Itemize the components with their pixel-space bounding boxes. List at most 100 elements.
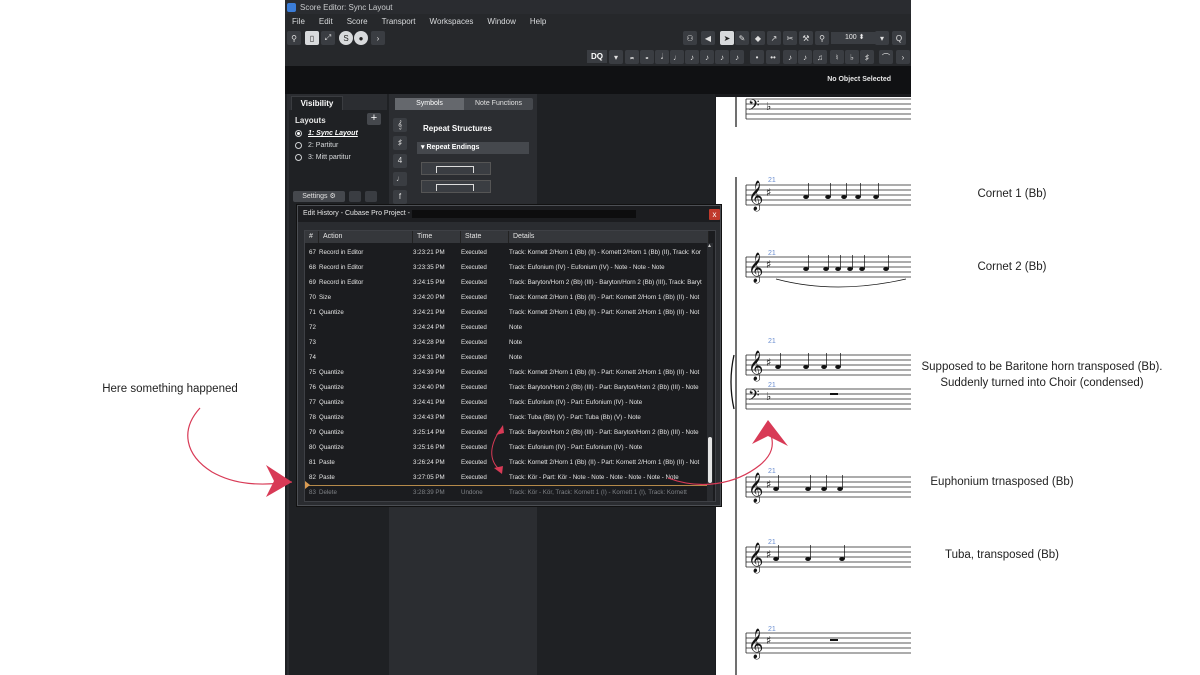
cell-state: Executed: [461, 444, 487, 451]
table-row[interactable]: 80 Quantize 3:25:16 PM Executed Track: Eufon…: [305, 440, 709, 455]
cell-time: 3:27:05 PM: [413, 474, 445, 481]
menu-window[interactable]: Window: [480, 17, 522, 26]
table-row[interactable]: 76 Quantize 3:24:40 PM Executed Track: Baryt…: [305, 380, 709, 395]
red-arrow-left: [187, 407, 293, 485]
record-icon[interactable]: ●: [354, 31, 368, 45]
tab-symbols[interactable]: Symbols: [395, 98, 464, 110]
sharp-icon: ♯: [766, 634, 771, 647]
layout-item-partitur[interactable]: 2: Partitur: [295, 142, 338, 149]
triplet-icon[interactable]: ♪: [783, 50, 797, 64]
second-ending-symbol[interactable]: [421, 180, 491, 193]
column-header-details[interactable]: Details: [509, 231, 709, 243]
zoom-field[interactable]: 100 ⬍: [831, 32, 877, 44]
pencil-icon[interactable]: ✎: [735, 31, 749, 45]
note-symbol-icon[interactable]: ♩: [393, 172, 407, 186]
pointer-icon[interactable]: ➤: [720, 31, 734, 45]
mute-icon[interactable]: ⚇: [683, 31, 697, 45]
zoom-dropdown-icon[interactable]: ▾: [875, 31, 889, 45]
scrollbar-thumb[interactable]: [708, 437, 712, 483]
trash-icon[interactable]: [365, 191, 377, 202]
menu-transport[interactable]: Transport: [375, 17, 423, 26]
menu-edit[interactable]: Edit: [312, 17, 340, 26]
repeat-endings-header[interactable]: ▾ Repeat Endings: [417, 142, 529, 154]
table-row[interactable]: 79 Quantize 3:25:14 PM Executed Track: Baryt…: [305, 425, 709, 440]
speaker-icon[interactable]: ◀: [701, 31, 715, 45]
table-row[interactable]: 72 3:24:24 PM Executed Note: [305, 320, 709, 335]
key-icon[interactable]: ♯: [393, 136, 407, 150]
close-button[interactable]: x: [709, 209, 720, 220]
dq-dropdown-icon[interactable]: ▾: [609, 50, 623, 64]
cell-num: 70: [309, 294, 316, 301]
undo-marker-line[interactable]: [305, 485, 709, 486]
enharmonic-icon[interactable]: ♪: [798, 50, 812, 64]
table-row[interactable]: 81 Paste 3:26:24 PM Executed Track: Kornett …: [305, 455, 709, 470]
breve-note-icon[interactable]: 𝅜: [625, 50, 639, 64]
tab-visibility[interactable]: Visibility: [291, 96, 343, 110]
sixteenth-note-icon[interactable]: ♪: [700, 50, 714, 64]
quarter-note-icon[interactable]: ♩: [670, 50, 684, 64]
tab-note-functions[interactable]: Note Functions: [464, 98, 533, 110]
pin-icon[interactable]: ⚲: [287, 31, 301, 45]
column-header-state[interactable]: State: [461, 231, 509, 243]
cell-action: Quantize: [319, 309, 344, 316]
radio-icon: [295, 154, 302, 161]
flat-icon: ♭: [766, 100, 771, 113]
dotted-icon[interactable]: •: [750, 50, 764, 64]
expand-icon[interactable]: ⤢: [321, 31, 335, 45]
layout-item-sync[interactable]: 1: Sync Layout: [295, 130, 358, 137]
lock-icon[interactable]: [349, 191, 361, 202]
menu-help[interactable]: Help: [523, 17, 553, 26]
whole-note-icon[interactable]: 𝅝: [640, 50, 654, 64]
eighth-note-icon[interactable]: ♪: [685, 50, 699, 64]
scroll-up-icon[interactable]: ▴: [708, 243, 712, 249]
solo-icon[interactable]: S: [339, 31, 353, 45]
menu-file[interactable]: File: [285, 17, 312, 26]
natural-icon[interactable]: ♮: [830, 50, 844, 64]
table-row[interactable]: 74 3:24:31 PM Executed Note: [305, 350, 709, 365]
slur-icon[interactable]: ⌒: [879, 50, 893, 64]
column-header-time[interactable]: Time: [413, 231, 461, 243]
table-row[interactable]: 73 3:24:28 PM Executed Note: [305, 335, 709, 350]
time-signature-icon[interactable]: 4: [393, 154, 407, 168]
first-ending-symbol[interactable]: [421, 162, 491, 175]
column-header-num[interactable]: #: [305, 231, 319, 243]
clef-icon[interactable]: 𝄞: [393, 118, 407, 132]
table-row[interactable]: 71 Quantize 3:24:21 PM Executed Track: Korne…: [305, 305, 709, 320]
zoom-icon[interactable]: ⚲: [815, 31, 829, 45]
quantize-icon[interactable]: Q: [892, 31, 906, 45]
table-row[interactable]: 77 Quantize 3:24:41 PM Executed Track: Eufon…: [305, 395, 709, 410]
scissors-icon[interactable]: ✂: [783, 31, 797, 45]
menu-score[interactable]: Score: [340, 17, 375, 26]
half-note-icon[interactable]: 𝅗𝅥: [655, 50, 669, 64]
column-header-action[interactable]: Action: [319, 231, 413, 243]
table-row[interactable]: 67 Record in Editor 3:23:21 PM Executed Trac…: [305, 245, 709, 260]
double-dotted-icon[interactable]: ••: [766, 50, 780, 64]
table-row[interactable]: 83 Delete 3:28:39 PM Undone Track: Kör - Kör…: [305, 485, 709, 500]
step-input-icon[interactable]: ›: [371, 31, 385, 45]
glue-icon[interactable]: ⚒: [799, 31, 813, 45]
tie-icon[interactable]: ♫: [813, 50, 827, 64]
more-icon[interactable]: ›: [896, 50, 910, 64]
page-mode-icon[interactable]: ▯: [305, 31, 319, 45]
thirtysecond-note-icon[interactable]: ♪: [715, 50, 729, 64]
brace-icon: [730, 354, 735, 410]
layout-item-mitt-partitur[interactable]: 3: Mitt partitur: [295, 154, 351, 161]
brush-icon[interactable]: ↗: [767, 31, 781, 45]
sharp-icon[interactable]: ♯: [860, 50, 874, 64]
eraser-icon[interactable]: ◆: [751, 31, 765, 45]
add-layout-button[interactable]: +: [367, 113, 381, 125]
score-page: 𝄢 ♭ 21 𝄞 ♯ 21 𝄞 ♯ 21 𝄞 ♯ 21 𝄢 ♭ 21 𝄞 ♯ 21 𝄞 ♯ 21 𝄞 ♯: [716, 97, 911, 675]
table-row[interactable]: 70 Size 3:24:20 PM Executed Track: Kornett 2…: [305, 290, 709, 305]
flat-icon[interactable]: ♭: [845, 50, 859, 64]
menu-workspaces[interactable]: Workspaces: [423, 17, 481, 26]
dynamics-icon[interactable]: f: [393, 190, 407, 204]
settings-button[interactable]: Settings ⚙: [293, 191, 345, 202]
table-row[interactable]: 82 Paste 3:27:05 PM Executed Track: Kör - Pa…: [305, 470, 709, 485]
table-row[interactable]: 75 Quantize 3:24:39 PM Executed Track: Korne…: [305, 365, 709, 380]
sixtyfourth-note-icon[interactable]: ♪: [730, 50, 744, 64]
table-row[interactable]: 78 Quantize 3:24:43 PM Executed Track: Tuba …: [305, 410, 709, 425]
table-row[interactable]: 69 Record in Editor 3:24:15 PM Executed Trac…: [305, 275, 709, 290]
table-row[interactable]: 68 Record in Editor 3:23:35 PM Executed Trac…: [305, 260, 709, 275]
undo-marker-handle-icon[interactable]: [305, 481, 310, 489]
dq-button[interactable]: DQ: [587, 50, 607, 63]
